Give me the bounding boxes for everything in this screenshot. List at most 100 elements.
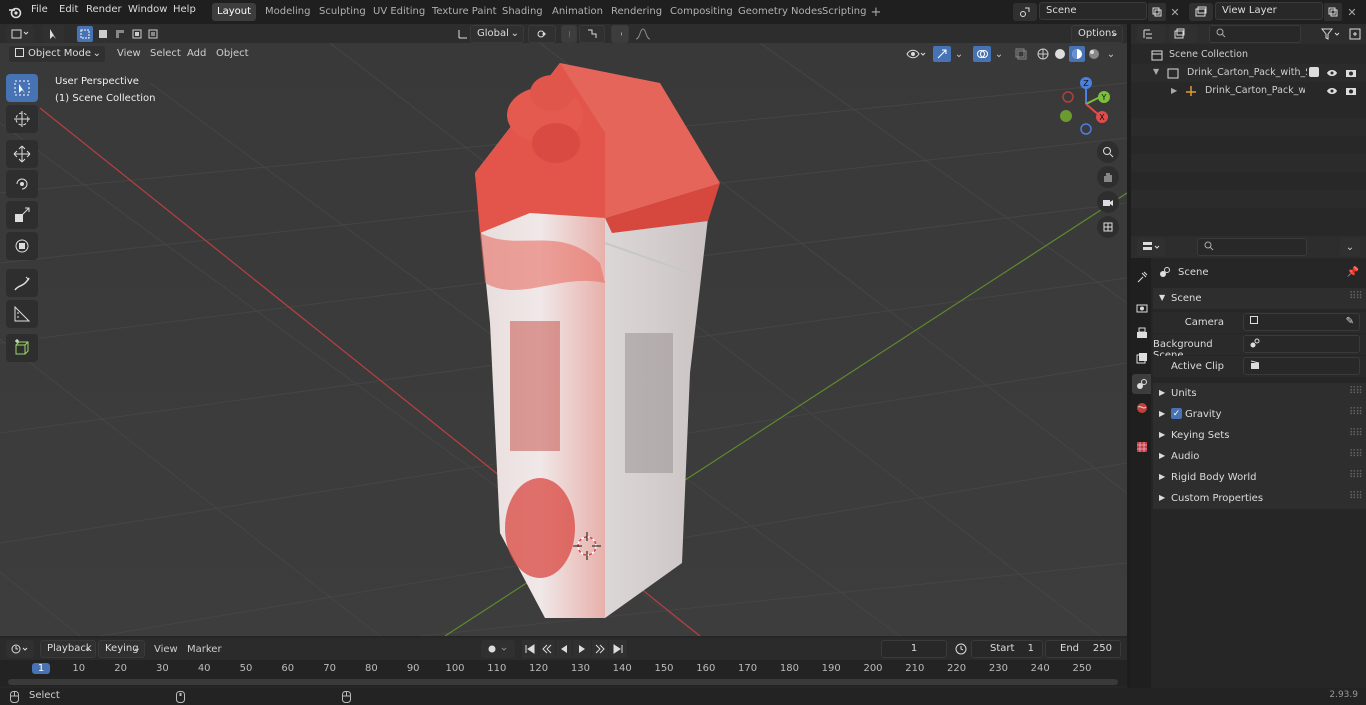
outliner-search-input[interactable]: [1209, 25, 1301, 43]
overlays-toggle-icon[interactable]: [973, 46, 991, 62]
gizmo-toggle-icon[interactable]: [933, 46, 951, 62]
camera-field[interactable]: ✎: [1243, 313, 1360, 331]
viewport-menu-select[interactable]: Select: [150, 48, 181, 59]
timeline-menu-playback[interactable]: Playback ⌄: [40, 640, 96, 658]
properties-editor-type-icon[interactable]: [1137, 238, 1165, 256]
expand-right-icon[interactable]: ▶: [1171, 86, 1177, 95]
3d-viewport[interactable]: User Perspective (1) Scene Collection Z …: [0, 43, 1127, 636]
timeline-menu-view[interactable]: View: [154, 644, 178, 655]
background-scene-field[interactable]: [1243, 335, 1360, 353]
tab-rendering[interactable]: Rendering: [611, 3, 662, 21]
timeline-menu-marker[interactable]: Marker: [187, 644, 222, 655]
move-tool[interactable]: [6, 140, 38, 168]
view-layer-tab-icon[interactable]: [1134, 349, 1150, 367]
select-box-tool[interactable]: [6, 74, 38, 102]
add-cube-tool[interactable]: [6, 334, 38, 362]
viewport-menu-object[interactable]: Object: [216, 48, 249, 59]
active-clip-field[interactable]: [1243, 357, 1360, 375]
shading-rendered-icon[interactable]: [1086, 46, 1102, 62]
properties-search-input[interactable]: [1197, 238, 1307, 256]
audio-panel-header[interactable]: ▶ Audio ⠿⠿: [1153, 446, 1366, 467]
eye-icon[interactable]: [1325, 84, 1339, 98]
tab-compositing[interactable]: Compositing: [670, 3, 733, 21]
duplicate-view-layer-icon[interactable]: [1324, 3, 1342, 21]
scene-name-field[interactable]: Scene: [1039, 2, 1147, 20]
jump-end-icon[interactable]: [609, 640, 627, 658]
start-frame-field[interactable]: Start 1: [971, 640, 1043, 658]
measure-tool[interactable]: [6, 300, 38, 328]
units-panel-header[interactable]: ▶ Units ⠿⠿: [1153, 383, 1366, 404]
display-mode-icon[interactable]: [1169, 25, 1197, 43]
scene-selector-icon[interactable]: [1013, 3, 1037, 21]
tweak-tool-icon[interactable]: [42, 25, 64, 43]
custom-properties-panel-header[interactable]: ▶ Custom Properties ⠿⠿: [1153, 488, 1366, 509]
render-tab-icon[interactable]: [1134, 299, 1150, 317]
viewport-menu-view[interactable]: View: [117, 48, 141, 59]
tab-modeling[interactable]: Modeling: [265, 3, 311, 21]
pan-hand-icon[interactable]: [1097, 166, 1119, 188]
chevron-down-icon[interactable]: ⌄: [992, 46, 1006, 62]
tab-animation[interactable]: Animation: [552, 3, 603, 21]
shading-material-icon[interactable]: [1069, 46, 1085, 62]
drag-handle-icon[interactable]: ⠿⠿: [1349, 449, 1363, 460]
tab-shading[interactable]: Shading: [502, 3, 543, 21]
next-keyframe-icon[interactable]: [592, 640, 608, 658]
output-tab-icon[interactable]: [1134, 324, 1150, 342]
preview-range-icon[interactable]: [952, 641, 970, 657]
current-frame-field[interactable]: 1: [881, 640, 947, 658]
outliner-row-scene-collection[interactable]: Scene Collection: [1131, 46, 1366, 64]
texture-tab-icon[interactable]: [1134, 438, 1150, 456]
outliner-row-object[interactable]: ▶ Drink_Carton_Pack_with_: [1131, 82, 1366, 100]
select-subtract-icon[interactable]: [112, 26, 128, 42]
render-camera-icon[interactable]: [1344, 84, 1358, 98]
zoom-icon[interactable]: [1097, 141, 1119, 163]
rigid-body-world-panel-header[interactable]: ▶ Rigid Body World ⠿⠿: [1153, 467, 1366, 488]
menu-window[interactable]: Window: [128, 4, 167, 15]
auto-keying-icon[interactable]: [481, 640, 515, 658]
camera-view-icon[interactable]: [1097, 191, 1119, 213]
gravity-checkbox[interactable]: ✓: [1171, 408, 1182, 419]
snap-toggle-icon[interactable]: [561, 25, 577, 43]
ortho-grid-icon[interactable]: [1097, 216, 1119, 238]
pin-icon[interactable]: 📌: [1346, 265, 1360, 279]
tab-sculpting[interactable]: Sculpting: [319, 3, 366, 21]
shading-wireframe-icon[interactable]: [1035, 46, 1051, 62]
delete-scene-icon[interactable]: ✕: [1167, 3, 1183, 21]
drag-handle-icon[interactable]: ⠿⠿: [1349, 470, 1363, 481]
prev-keyframe-icon[interactable]: [539, 640, 555, 658]
delete-view-layer-icon[interactable]: ✕: [1344, 3, 1360, 21]
eyedropper-icon[interactable]: ✎: [1346, 316, 1354, 327]
menu-file[interactable]: File: [31, 4, 48, 15]
timeline-ruler[interactable]: 1 10 20 30 40 50 60 70 80 90 100 110 120 130 140 150 160…: [0, 660, 1127, 686]
proportional-edit-icon[interactable]: [611, 25, 629, 43]
xray-toggle-icon[interactable]: [1013, 46, 1029, 62]
select-new-icon[interactable]: [77, 26, 93, 42]
end-frame-field[interactable]: End 250: [1045, 640, 1121, 658]
falloff-icon[interactable]: [630, 25, 656, 43]
annotate-tool[interactable]: [6, 269, 38, 297]
exclude-checkbox[interactable]: [1309, 67, 1319, 77]
tab-uv-editing[interactable]: UV Editing: [373, 3, 425, 21]
pivot-point-icon[interactable]: [528, 25, 556, 43]
chevron-down-icon[interactable]: ⌄: [952, 46, 966, 62]
timeline-editor-type-icon[interactable]: [6, 640, 34, 658]
timeline-scrollbar[interactable]: [8, 679, 1118, 685]
menu-render[interactable]: Render: [86, 4, 122, 15]
mode-dropdown[interactable]: Object Mode ⌄: [8, 45, 106, 63]
scene-tab-icon[interactable]: [1132, 374, 1151, 394]
shading-solid-icon[interactable]: [1052, 46, 1068, 62]
view-layer-field[interactable]: View Layer: [1215, 2, 1323, 20]
tool-tab-icon[interactable]: [1134, 268, 1150, 286]
tab-scripting[interactable]: Scripting: [822, 3, 866, 21]
select-invert-icon[interactable]: [129, 26, 145, 42]
orientation-dropdown[interactable]: Global ⌄: [470, 25, 524, 43]
options-dropdown[interactable]: Options ⌄: [1071, 25, 1123, 43]
cursor-tool[interactable]: [6, 105, 38, 133]
eye-icon[interactable]: [1325, 66, 1339, 80]
keying-sets-panel-header[interactable]: ▶ Keying Sets ⠿⠿: [1153, 425, 1366, 446]
drag-handle-icon[interactable]: ⠿⠿: [1349, 491, 1363, 502]
viewport-menu-add[interactable]: Add: [187, 48, 206, 59]
rotate-tool[interactable]: [6, 170, 38, 198]
gravity-panel-header[interactable]: ▶ ✓ Gravity ⠿⠿: [1153, 404, 1366, 425]
timeline-menu-keying[interactable]: Keying ⌄: [98, 640, 145, 658]
